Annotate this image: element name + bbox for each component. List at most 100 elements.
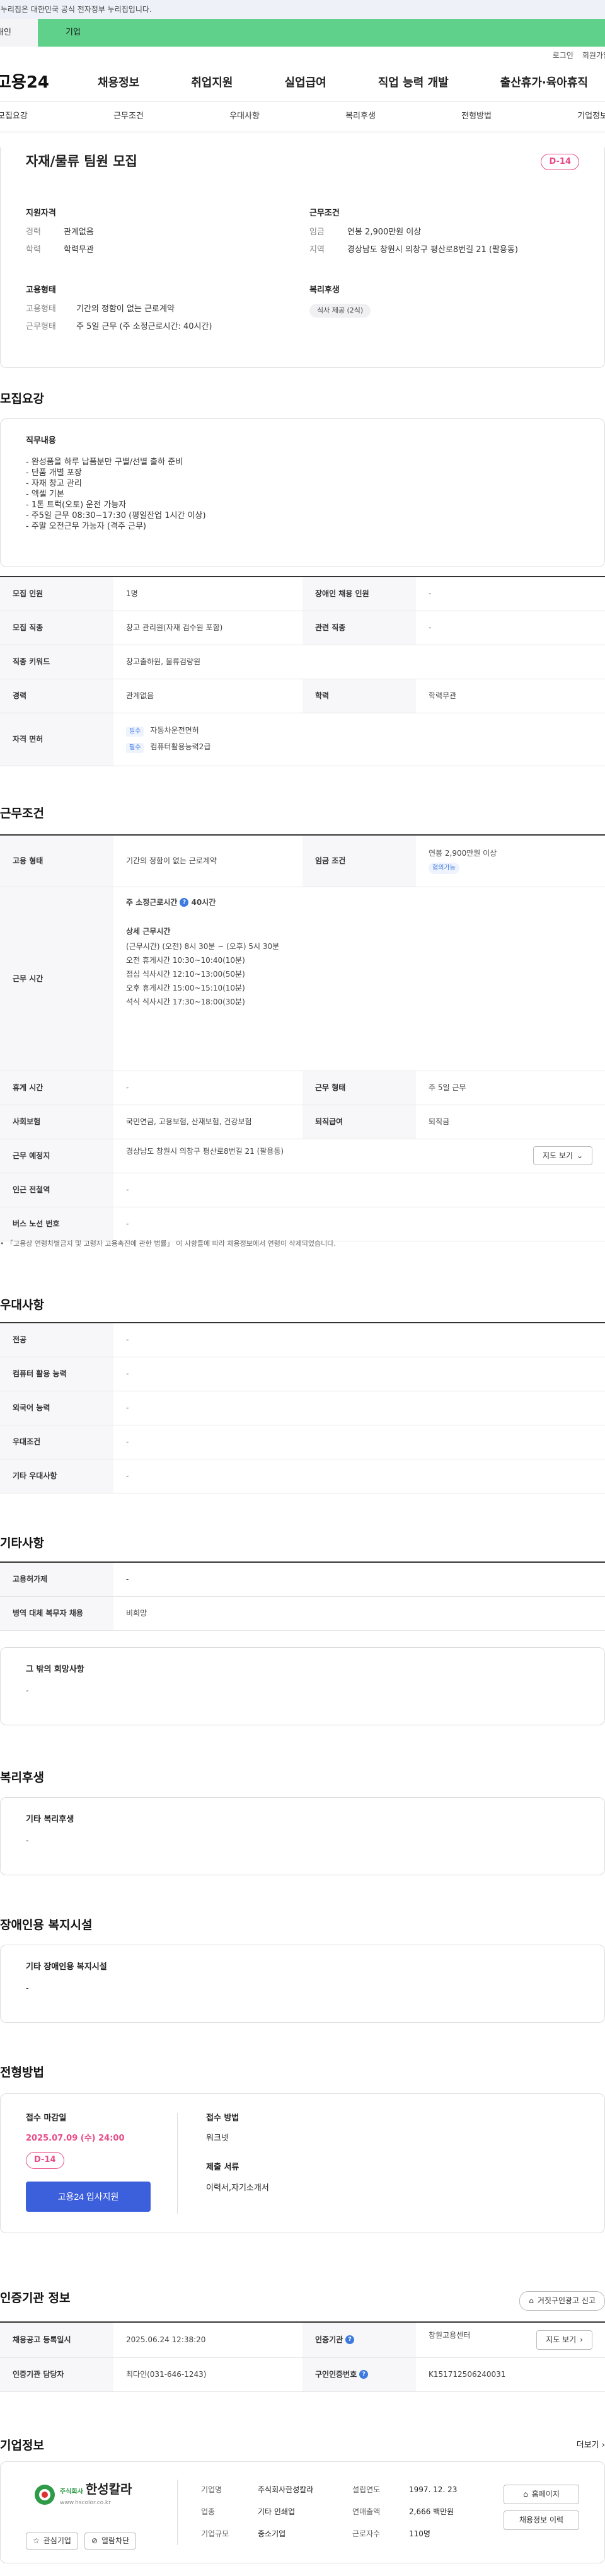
job-desc-line: - 주5일 근무 08:30~17:30 (평일잔업 1시간 이상) [26, 511, 206, 521]
company-logo: 주식회사 한성칼라 www.hscolor.co.kr [33, 2482, 132, 2507]
star-icon: ☆ [33, 2536, 40, 2545]
cell-label: 인증기관 담당자 [0, 2357, 113, 2392]
company-more-link[interactable]: 더보기 › [577, 2440, 605, 2451]
recruit-table: 모집 인원 1명 장애인 채용 인원 - 모집 직종 창고 관리원(자재 검수원… [0, 576, 605, 766]
certify-map-button[interactable]: 지도 보기 › [536, 2330, 592, 2350]
map-button[interactable]: 지도 보기 ⌄ [533, 1146, 592, 1166]
cell-value: K151712506240031 [416, 2357, 605, 2392]
home-icon: ⌂ [523, 2490, 528, 2498]
gnb-item-employment-support[interactable]: 취업지원 [191, 75, 233, 91]
help-icon[interactable]: ? [180, 898, 189, 907]
qual-edu-label: 학력 [26, 245, 41, 255]
subnav-work[interactable]: 근무조건 [113, 111, 144, 122]
age-note: • 「고용상 연령차별금지 및 고령자 고용촉진에 관한 법률」 이 사항들에 … [0, 1239, 336, 1248]
cell-value: 국민연금, 고용보험, 산재보험, 건강보험 [113, 1105, 302, 1139]
company-info-label: 연매출액 [352, 2507, 381, 2516]
work-section-title: 근무조건 [0, 807, 44, 820]
certify-section-title: 인증기관 정보 [0, 2291, 71, 2305]
cell-value: - [113, 1391, 605, 1425]
deadline-title: 접수 마감일 [26, 2113, 67, 2123]
emp-type-label: 고용형태 [26, 304, 56, 314]
cell-label: 경력 [0, 679, 113, 713]
chevron-down-icon: ⌄ [576, 1151, 583, 1160]
signup-link[interactable]: 회원가입 [582, 50, 605, 61]
gnb-item-unemployment-benefit[interactable]: 실업급여 [285, 75, 326, 91]
company-info-value: 기타 인쇄업 [258, 2507, 296, 2516]
hours-head: 주 소정근로시간 [126, 897, 178, 907]
block-company-button[interactable]: ⊘ 열람차단 [84, 2533, 137, 2550]
docs-title: 제출 서류 [206, 2163, 239, 2173]
job-desc-title: 직무내용 [26, 436, 56, 446]
logo-text: 한성칼라 [85, 2481, 132, 2497]
report-fake-ad-button[interactable]: ⌂ 거짓구인광고 신고 [519, 2291, 605, 2311]
subnav-process[interactable]: 전형방법 [461, 111, 492, 122]
tab-corp[interactable]: 기업 [38, 19, 605, 47]
cell-label: 버스 노선 번호 [0, 1207, 113, 1241]
logo-url: www.hscolor.co.kr [60, 2500, 111, 2506]
method-value: 워크넷 [206, 2134, 229, 2144]
qual-career-value: 관계없음 [64, 227, 94, 238]
company-info-value: 2,666 백만원 [409, 2507, 454, 2516]
company-info-label: 근로자수 [352, 2529, 381, 2538]
gnb-item-jobs[interactable]: 채용정보 [98, 75, 139, 91]
process-section-title: 전형방법 [0, 2066, 44, 2079]
certify-table: 채용공고 등록일시 2025.06.24 12:38:20 인증기관? 창원고용… [0, 2321, 605, 2392]
table-row: 모집 직종 창고 관리원(자재 검수원 포함) 관련 직종 - [0, 611, 605, 645]
subnav-welfare[interactable]: 복리후생 [345, 111, 376, 122]
global-nav: 고용24 채용정보 취업지원 실업급여 직업 능력 개발 출산휴가·육아휴직 [0, 64, 605, 102]
cell-label: 근무 형태 [302, 1071, 416, 1105]
welfare-box-title: 기타 복리후생 [26, 1815, 74, 1824]
job-desc-line: - 엑셀 기본 [26, 490, 64, 500]
job-title: 자재/물류 팀원 모집 [26, 154, 137, 169]
help-icon[interactable]: ? [359, 2370, 369, 2379]
cell-value: - [113, 1425, 605, 1459]
cell-label: 학력 [302, 679, 416, 713]
job-history-button[interactable]: 채용정보 이력 [504, 2510, 579, 2530]
cond-title: 근무조건 [309, 209, 340, 218]
cell-value: 1명 [113, 577, 302, 611]
cell-label: 구인인증번호? [302, 2357, 416, 2392]
subnav-company[interactable]: 기업정보 [577, 111, 605, 122]
site-logo[interactable]: 고용24 [0, 71, 59, 94]
cell-label: 채용공고 등록일시 [0, 2322, 113, 2358]
help-icon[interactable]: ? [345, 2335, 355, 2345]
table-row: 외국어 능력 - [0, 1391, 605, 1425]
gnb-item-job-training[interactable]: 직업 능력 개발 [378, 75, 449, 91]
cell-value: - [113, 1357, 605, 1391]
company-info-label: 기업규모 [201, 2529, 229, 2538]
deadline-value: 2025.07.09 (수) 24:00 [26, 2134, 125, 2144]
location-value: 경상남도 창원시 의창구 평산로8번길 21 (팔용동) [126, 1146, 284, 1156]
emp-block: 고용형태 고용형태 기간의 정함이 없는 근로계약 근무형태 주 5일 근무 (주 … [26, 285, 265, 340]
login-link[interactable]: 로그인 [553, 50, 573, 61]
other-wish-value: - [26, 1686, 29, 1696]
table-row: 휴게 시간 - 근무 형태 주 5일 근무 [0, 1071, 605, 1105]
cell-label: 모집 직종 [0, 611, 113, 645]
process-dday-badge: D-14 [26, 2152, 64, 2169]
cell-label: 휴게 시간 [0, 1071, 113, 1105]
hours-cell: 주 소정근로시간? 40시간 상세 근무시간 (근무시간) (오전) 8시 30분… [113, 887, 605, 1071]
table-row: 고용 형태 기간의 정함이 없는 근로계약 임금 조건 연봉 2,900만원 이… [0, 835, 605, 887]
company-actions: ☆ 관심기업 ⊘ 열람차단 [26, 2533, 137, 2550]
apply-button[interactable]: 고용24 입사지원 [26, 2181, 151, 2212]
table-row: 고용허가제 - [0, 1562, 605, 1597]
like-company-button[interactable]: ☆ 관심기업 [26, 2533, 78, 2550]
cell-label: 모집 인원 [0, 577, 113, 611]
hours-detail-title: 상세 근무시간 [126, 927, 171, 936]
subnav-recruit[interactable]: 모집요강 [0, 111, 28, 122]
subnav-pref[interactable]: 우대사항 [229, 111, 260, 122]
table-row: 직종 키워드 창고출하원, 물류검량원 [0, 645, 605, 679]
gnb-item-parental-leave[interactable]: 출산휴가·육아휴직 [500, 75, 588, 91]
homepage-button[interactable]: ⌂ 홈페이지 [504, 2485, 579, 2504]
cell-value: - [113, 1071, 302, 1105]
cell-value: 학력무관 [416, 679, 605, 713]
cell-value: 창고출하원, 물류검량원 [113, 645, 605, 679]
job-desc-line: - 자재 창고 관리 [26, 479, 82, 489]
cell-value: - [113, 1323, 605, 1357]
location-cell: 경상남도 창원시 의창구 평산로8번길 21 (팔용동) 지도 보기 ⌄ [113, 1139, 605, 1173]
cell-value: - [416, 577, 605, 611]
tab-person[interactable]: 개인 [0, 19, 38, 47]
hours-line: 점심 식사시간 12:10~13:00(50분) [126, 970, 245, 979]
process-divider [177, 2113, 178, 2214]
qual-edu-value: 학력무관 [64, 245, 94, 255]
certify-org-cell: 창원고용센터 지도 보기 › [416, 2322, 605, 2358]
